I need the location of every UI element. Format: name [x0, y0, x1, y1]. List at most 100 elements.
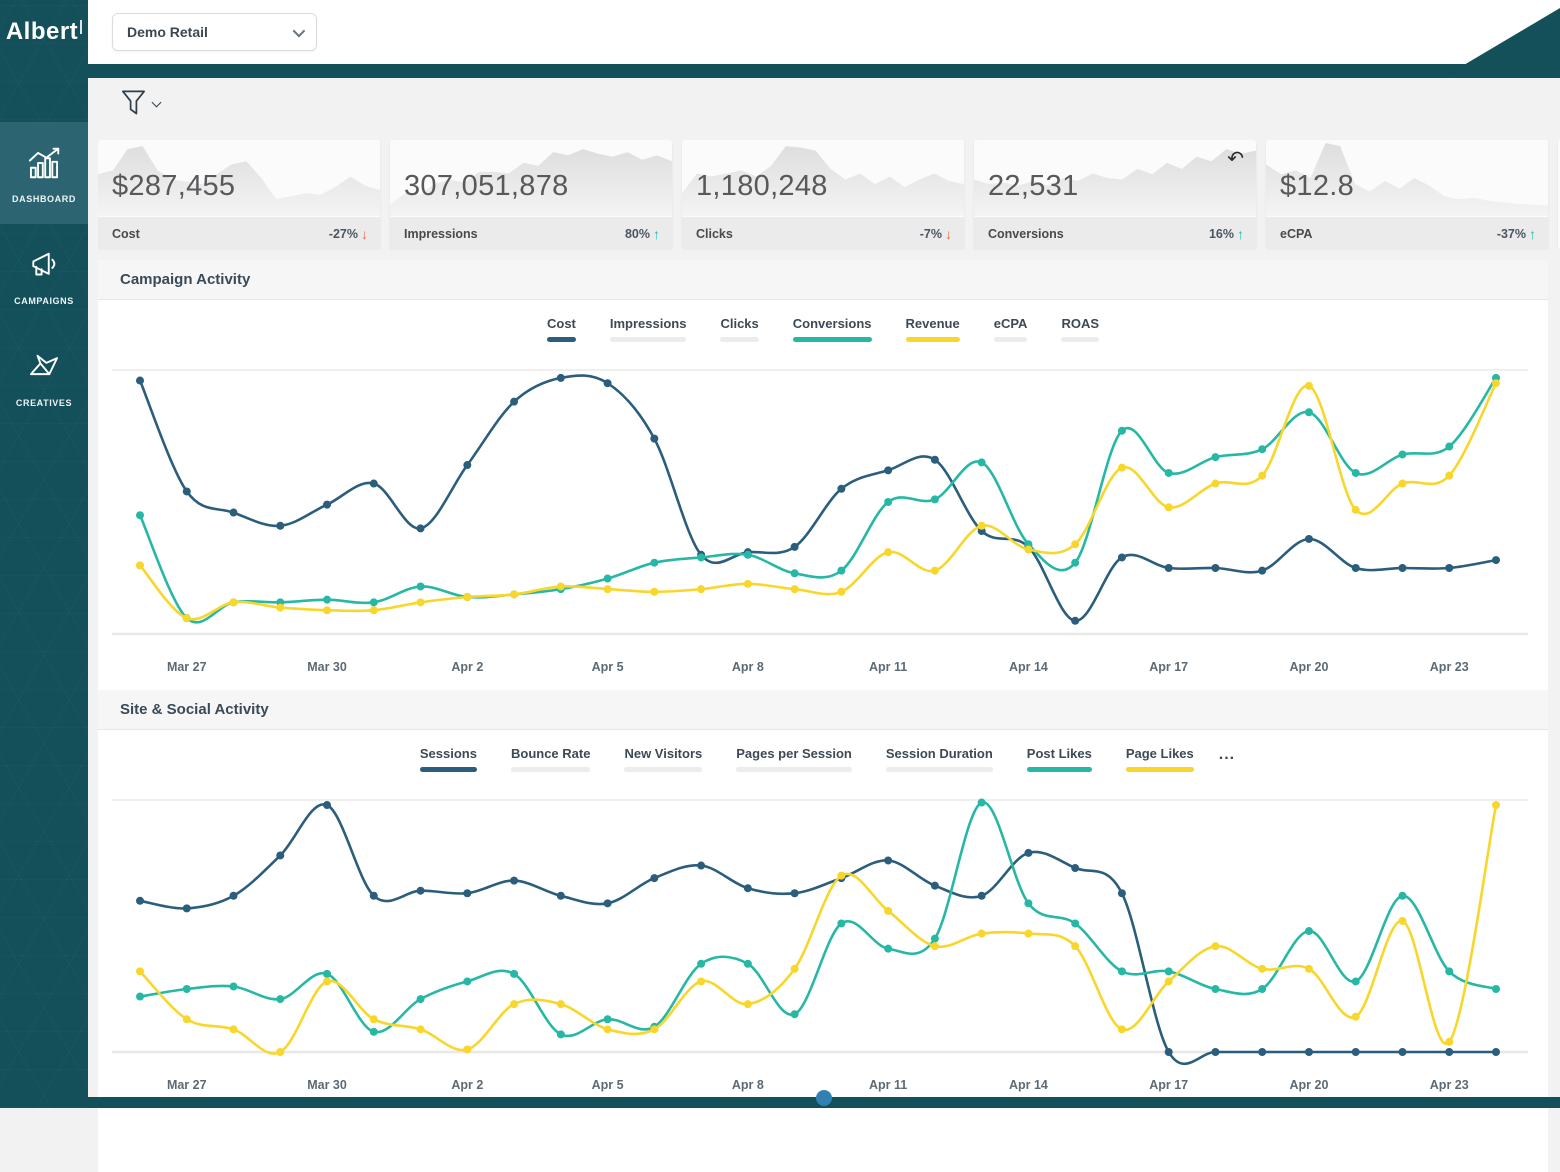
tab-revenue[interactable]: Revenue	[893, 316, 973, 356]
section-title: Campaign Activity	[98, 260, 1548, 300]
metric-tabs: Cost Impressions Clicks Conversions Revenue e…	[98, 300, 1548, 356]
kpi-card-impressions[interactable]: 307,051,878Impressions80%↑	[390, 140, 672, 250]
tab-label: Page Likes	[1126, 746, 1194, 761]
kpi-change: -7%↓	[920, 226, 952, 242]
campaign-activity-section: Campaign Activity CostImpressionsClicksC…	[98, 260, 1548, 758]
kpi-change: 80%↑	[625, 226, 660, 242]
filter-button[interactable]	[120, 88, 160, 118]
tab-cost[interactable]: Cost	[534, 316, 589, 356]
kpi-card-cost[interactable]: $287,455 Cost -27%↓	[98, 140, 380, 250]
x-axis-label: Apr 11	[853, 660, 923, 674]
tab-ecpa[interactable]: eCPA	[981, 316, 1041, 356]
sidebar-item-creatives[interactable]: CREATIVES	[0, 326, 88, 428]
scroll-indicator-dot[interactable]	[816, 1090, 832, 1106]
tab-underline	[624, 767, 702, 772]
campaign-activity-chart: Mar 27Mar 30Apr 2Apr 5Apr 8Apr 11Apr 14A…	[98, 356, 1548, 682]
x-axis-label: Apr 11	[853, 1078, 923, 1092]
kpi-card-ecpa[interactable]: $12.8eCPA-37%↑	[1266, 140, 1548, 250]
kpi-card-row: $287,455Cost-27%↓307,051,878Impressions8…	[98, 140, 1560, 250]
tab-label: Conversions	[793, 316, 872, 331]
tab-page-likes[interactable]: Page Likes	[1113, 746, 1207, 786]
tab-label: Impressions	[610, 316, 687, 331]
account-dropdown-label: Demo Retail	[127, 24, 208, 40]
tab-post-likes[interactable]: Post Likes	[1014, 746, 1105, 786]
x-axis-label: Apr 17	[1134, 1078, 1204, 1092]
sidebar-nav: DASHBOARD CAMPAIGNS CREATIVES	[0, 122, 88, 428]
sidebar-item-label: DASHBOARD	[0, 194, 88, 204]
tab-underline	[720, 337, 758, 342]
x-axis-labels: Mar 27Mar 30Apr 2Apr 5Apr 8Apr 11Apr 14A…	[98, 656, 1548, 682]
tab-label: Cost	[547, 316, 576, 331]
section-title: Site & Social Activity	[98, 690, 1548, 730]
kpi-label: Conversions	[988, 227, 1064, 241]
x-axis-label: Apr 2	[432, 660, 502, 674]
sidebar: Albert DASHBOARD CAMPAIGNS CREATIVES	[0, 0, 88, 1108]
x-axis-label: Apr 14	[993, 1078, 1063, 1092]
tab-label: Pages per Session	[736, 746, 852, 761]
tab-underline	[736, 767, 852, 772]
more-tabs-button[interactable]: ...	[1215, 746, 1239, 786]
tab-underline	[994, 337, 1028, 342]
x-axis-label: Mar 30	[292, 660, 362, 674]
kpi-card-conversions[interactable]: ↶22,531Conversions16%↑	[974, 140, 1256, 250]
header-accent-strip	[88, 64, 1560, 78]
dashboard-chart-icon	[25, 144, 63, 182]
tab-label: Clicks	[720, 316, 758, 331]
tab-underline	[610, 337, 687, 342]
app-logo-text: Albert	[6, 18, 78, 46]
tab-clicks[interactable]: Clicks	[707, 316, 771, 356]
kpi-value: $287,455	[112, 170, 235, 203]
x-axis-label: Apr 20	[1274, 660, 1344, 674]
tab-label: Sessions	[420, 746, 477, 761]
tab-sessions[interactable]: Sessions	[407, 746, 490, 786]
refresh-icon[interactable]: ↶	[1227, 146, 1244, 171]
x-axis-label: Apr 8	[713, 1078, 783, 1092]
sidebar-item-campaigns[interactable]: CAMPAIGNS	[0, 224, 88, 326]
tab-new-visitors[interactable]: New Visitors	[611, 746, 715, 786]
tab-label: Revenue	[906, 316, 960, 331]
chevron-down-icon	[152, 98, 162, 108]
sidebar-item-dashboard[interactable]: DASHBOARD	[0, 122, 88, 224]
tab-underline	[511, 767, 590, 772]
dashboard-content: $287,455Cost-27%↓307,051,878Impressions8…	[88, 78, 1560, 1108]
metric-tabs: Sessions Bounce Rate New Visitors Pages per…	[98, 730, 1548, 786]
kpi-label: Cost	[112, 227, 140, 241]
kpi-label: Impressions	[404, 227, 478, 241]
kpi-value: 1,180,248	[696, 170, 828, 203]
x-axis-label: Apr 17	[1134, 660, 1204, 674]
kpi-value: 22,531	[988, 170, 1079, 203]
sidebar-item-label: CAMPAIGNS	[0, 296, 88, 306]
kpi-card-clicks[interactable]: 1,180,248Clicks-7%↓	[682, 140, 964, 250]
tab-label: Bounce Rate	[511, 746, 590, 761]
x-axis-label: Mar 27	[152, 660, 222, 674]
x-axis-label: Apr 20	[1274, 1078, 1344, 1092]
tab-underline	[420, 767, 477, 772]
x-axis-label: Apr 14	[993, 660, 1063, 674]
account-dropdown[interactable]: Demo Retail	[112, 13, 317, 51]
kpi-footer: eCPA-37%↑	[1266, 217, 1548, 250]
kpi-change-value: 16%	[1209, 227, 1234, 241]
tab-conversions[interactable]: Conversions	[780, 316, 885, 356]
kpi-change-value: 80%	[625, 227, 650, 241]
series-line-page-likes	[140, 805, 1496, 1054]
tab-underline	[886, 767, 993, 772]
site-social-activity-chart: Mar 27Mar 30Apr 2Apr 5Apr 8Apr 11Apr 14A…	[98, 786, 1548, 1100]
line-chart-canvas	[98, 356, 1536, 656]
kpi-change: -27%↓	[329, 226, 368, 242]
x-axis-label: Mar 30	[292, 1078, 362, 1092]
megaphone-icon	[25, 246, 63, 284]
x-axis-label: Mar 27	[152, 1078, 222, 1092]
tab-underline	[1126, 767, 1194, 772]
tab-underline	[793, 337, 872, 342]
tab-pages-per-session[interactable]: Pages per Session	[723, 746, 865, 786]
line-chart-canvas	[98, 786, 1536, 1074]
tab-underline	[1027, 767, 1092, 772]
tab-bounce-rate[interactable]: Bounce Rate	[498, 746, 603, 786]
tab-label: Post Likes	[1027, 746, 1092, 761]
tab-impressions[interactable]: Impressions	[597, 316, 700, 356]
tab-roas[interactable]: ROAS	[1048, 316, 1112, 356]
tab-label: Session Duration	[886, 746, 993, 761]
tab-label: eCPA	[994, 316, 1028, 331]
arrow-up-icon: ↑	[653, 226, 660, 242]
tab-session-duration[interactable]: Session Duration	[873, 746, 1006, 786]
